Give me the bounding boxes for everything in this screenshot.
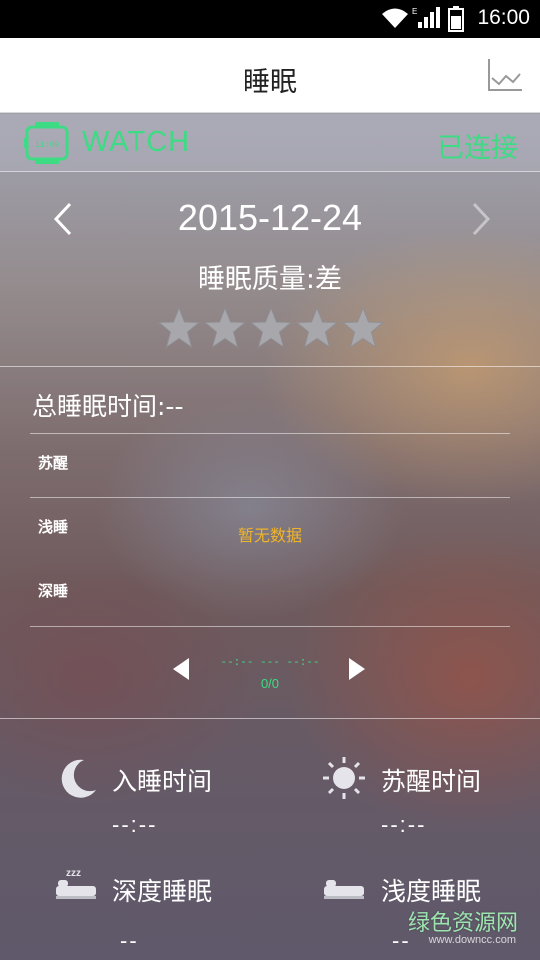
status-bar: E 16:00 xyxy=(0,0,540,38)
sleep-quality: 睡眠质量:差 xyxy=(197,264,343,295)
no-data-text: 暂无数据 xyxy=(237,526,302,545)
date-display: 2015-12-24 xyxy=(177,197,363,238)
wake-time-label: 苏醒时间 xyxy=(381,767,482,796)
row-label-deep-sleep: 深睡 xyxy=(38,582,69,600)
star-icon xyxy=(157,306,201,349)
section-divider xyxy=(0,718,540,719)
star-icon xyxy=(203,306,247,349)
sun-icon xyxy=(323,757,365,799)
connection-status: 已连接 xyxy=(437,133,518,164)
status-time: 16:00 xyxy=(477,6,530,29)
star-icon xyxy=(341,306,385,349)
time-range: --:-- --- --:-- xyxy=(220,657,320,669)
quality-stars xyxy=(157,306,387,350)
page-title: 睡眠 xyxy=(243,67,297,98)
section-divider xyxy=(0,366,540,367)
row-divider xyxy=(30,433,510,434)
light-sleep-bed-icon xyxy=(324,880,364,899)
sleep-time-value: --:-- xyxy=(112,812,158,837)
page-indicator: 0/0 xyxy=(260,676,280,691)
battery-icon xyxy=(448,6,464,32)
watch-icon: 11:09 xyxy=(24,122,69,164)
next-day-button[interactable] xyxy=(466,200,496,238)
blurred-background xyxy=(0,38,540,960)
wifi-icon xyxy=(382,8,408,28)
deep-sleep-value: -- xyxy=(120,928,139,953)
watch-label: WATCH xyxy=(82,126,191,158)
sleep-time-label: 入睡时间 xyxy=(112,767,213,796)
watch-icon-time: 11:09 xyxy=(35,141,59,150)
app-header: 睡眠 xyxy=(0,38,540,113)
watermark-text: 绿色资源网 xyxy=(407,911,518,936)
row-divider xyxy=(30,626,510,627)
watch-connection-bar[interactable]: 11:09 WATCH 已连接 xyxy=(0,114,540,172)
moon-icon xyxy=(61,759,96,798)
svg-text:zzz: zzz xyxy=(66,868,81,879)
signal-icon: E xyxy=(412,7,440,28)
svg-text:E: E xyxy=(412,7,417,16)
row-divider xyxy=(30,497,510,498)
total-sleep-time: 总睡眠时间:-- xyxy=(32,392,184,421)
star-icon xyxy=(295,306,339,349)
star-icon xyxy=(249,306,293,349)
watermark-url: www.downcc.com xyxy=(428,934,516,946)
line-chart-icon[interactable] xyxy=(486,56,524,94)
next-segment-button[interactable] xyxy=(346,656,368,682)
row-label-awake: 苏醒 xyxy=(38,454,69,472)
wake-time-value: --:-- xyxy=(381,812,427,837)
deep-sleep-label: 深度睡眠 xyxy=(112,877,213,906)
light-sleep-label: 浅度睡眠 xyxy=(381,877,482,906)
deep-sleep-bed-icon: zzz xyxy=(56,868,96,899)
